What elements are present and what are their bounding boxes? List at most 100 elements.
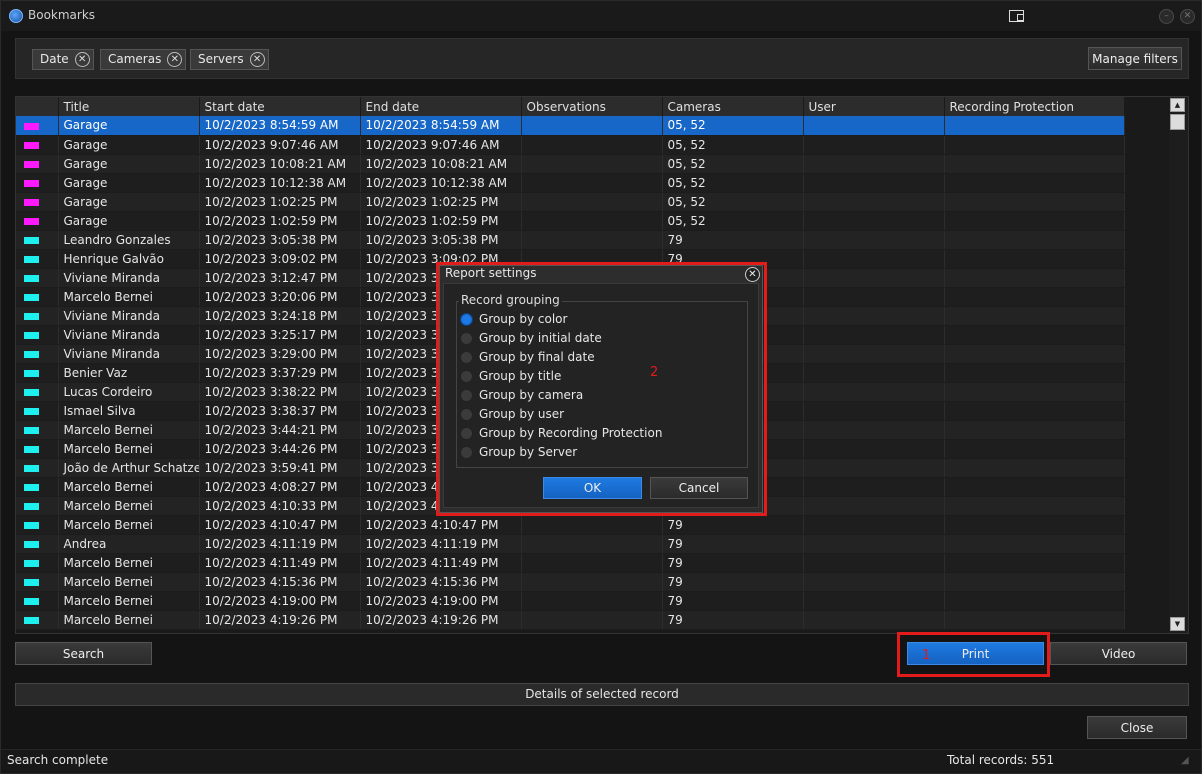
column-header-title[interactable]: Title — [58, 97, 200, 116]
color-tag-swatch — [24, 237, 39, 244]
search-button[interactable]: Search — [15, 642, 152, 665]
cell-title: Viviane Miranda — [58, 325, 200, 345]
cell-recording-protection — [944, 420, 1125, 440]
remove-filter-icon[interactable]: ✕ — [74, 52, 90, 67]
cell-end-date: 10/2/2023 10:12:38 AM — [360, 173, 522, 193]
radio-button[interactable] — [460, 427, 473, 440]
cell-color-tag — [16, 477, 59, 497]
column-header-color[interactable] — [16, 97, 59, 116]
close-button[interactable]: Close — [1087, 716, 1187, 739]
cell-user — [803, 249, 945, 269]
column-header-user[interactable]: User — [803, 97, 945, 116]
column-header-cameras[interactable]: Cameras — [662, 97, 804, 116]
cell-cameras: 05, 52 — [662, 173, 804, 193]
cell-color-tag — [16, 458, 59, 478]
color-tag-swatch — [24, 122, 39, 130]
cell-title: Viviane Miranda — [58, 344, 200, 364]
cell-observations — [521, 154, 663, 174]
color-tag-swatch — [24, 313, 39, 320]
resize-grip-icon[interactable]: ◢ — [1181, 755, 1189, 766]
cell-title: Garage — [58, 173, 200, 193]
cell-start-date: 10/2/2023 3:44:26 PM — [199, 439, 361, 459]
cell-observations — [521, 591, 663, 611]
table-row[interactable]: Marcelo Bernei 10/2/2023 4:10:47 PM 10/2/2… — [16, 515, 1125, 535]
video-button[interactable]: Video — [1050, 642, 1187, 665]
radio-button[interactable] — [460, 370, 473, 383]
cell-cameras: 05, 52 — [662, 192, 804, 212]
cancel-button[interactable]: Cancel — [650, 477, 748, 499]
column-header-start-date[interactable]: Start date — [199, 97, 361, 116]
scrollbar-thumb[interactable] — [1170, 114, 1185, 130]
radio-button[interactable] — [460, 389, 473, 402]
dialog-close-icon[interactable]: ✕ — [745, 267, 760, 282]
color-tag-swatch — [24, 294, 39, 301]
cell-end-date: 10/2/2023 4:11:19 PM — [360, 534, 522, 554]
table-row[interactable]: Garage 10/2/2023 9:07:46 AM 10/2/2023 9:07… — [16, 135, 1125, 155]
filter-chip-servers[interactable]: Servers ✕ — [190, 49, 269, 70]
cell-recording-protection — [944, 477, 1125, 497]
filter-chip-cameras[interactable]: Cameras ✕ — [100, 49, 187, 70]
radio-button[interactable] — [460, 408, 473, 421]
table-row[interactable]: Marcelo Bernei 10/2/2023 4:19:26 PM 10/2/2… — [16, 610, 1125, 630]
cell-end-date: 10/2/2023 1:02:59 PM — [360, 211, 522, 231]
filter-chip-date[interactable]: Date ✕ — [32, 49, 94, 70]
cell-title: Viviane Miranda — [58, 268, 200, 288]
radio-button[interactable] — [460, 351, 473, 364]
table-row[interactable]: Garage 10/2/2023 1:02:59 PM 10/2/2023 1:02… — [16, 211, 1125, 231]
cell-color-tag — [16, 192, 59, 212]
color-tag-swatch — [24, 370, 39, 377]
table-row[interactable]: Leandro Gonzales 10/2/2023 3:05:38 PM 10/2… — [16, 230, 1125, 250]
close-window-icon[interactable]: ✕ — [1180, 9, 1195, 24]
cell-observations — [521, 534, 663, 554]
cell-title: Benier Vaz — [58, 363, 200, 383]
vertical-scrollbar[interactable]: ▲ ▼ — [1169, 97, 1188, 633]
cell-start-date: 10/2/2023 4:10:47 PM — [199, 515, 361, 535]
filter-chip-label: Servers — [198, 52, 244, 66]
scroll-down-icon[interactable]: ▼ — [1170, 617, 1185, 631]
cell-color-tag — [16, 116, 59, 136]
grouping-option-label: Group by Server — [479, 445, 578, 459]
column-header-recording-protection[interactable]: Recording Protection — [944, 97, 1125, 116]
radio-button[interactable] — [460, 313, 473, 326]
color-tag-swatch — [24, 199, 39, 206]
table-row[interactable]: Marcelo Bernei 10/2/2023 4:19:00 PM 10/2/2… — [16, 591, 1125, 611]
minimize-icon[interactable]: – — [1159, 9, 1174, 24]
radio-button[interactable] — [460, 332, 473, 345]
radio-button[interactable] — [460, 446, 473, 459]
remove-filter-icon[interactable]: ✕ — [167, 52, 183, 67]
color-tag-swatch — [24, 484, 39, 491]
cell-end-date: 10/2/2023 4:10:47 PM — [360, 515, 522, 535]
cell-recording-protection — [944, 553, 1125, 573]
cell-user — [803, 382, 945, 402]
cell-start-date: 10/2/2023 4:11:49 PM — [199, 553, 361, 573]
cell-cameras: 05, 52 — [662, 116, 804, 136]
cell-recording-protection — [944, 534, 1125, 554]
grouping-option-label: Group by final date — [479, 350, 595, 364]
cell-start-date: 10/2/2023 3:12:47 PM — [199, 268, 361, 288]
table-row[interactable]: Marcelo Bernei 10/2/2023 4:15:36 PM 10/2/2… — [16, 572, 1125, 592]
cell-title: Lucas Cordeiro — [58, 382, 200, 402]
restore-window-icon[interactable] — [1009, 10, 1024, 22]
cell-end-date: 10/2/2023 9:07:46 AM — [360, 135, 522, 155]
cell-user — [803, 477, 945, 497]
cell-user — [803, 610, 945, 630]
table-row[interactable]: Garage 10/2/2023 1:02:25 PM 10/2/2023 1:02… — [16, 192, 1125, 212]
manage-filters-button[interactable]: Manage filters — [1088, 47, 1182, 70]
table-row[interactable]: Garage 10/2/2023 10:12:38 AM 10/2/2023 10:… — [16, 173, 1125, 193]
table-row[interactable]: Garage 10/2/2023 10:08:21 AM 10/2/2023 10:… — [16, 154, 1125, 174]
cell-title: Marcelo Bernei — [58, 496, 200, 516]
table-row[interactable]: Marcelo Bernei 10/2/2023 4:11:49 PM 10/2/2… — [16, 553, 1125, 573]
scroll-up-icon[interactable]: ▲ — [1170, 98, 1185, 112]
table-row[interactable]: Garage 10/2/2023 8:54:59 AM 10/2/2023 8:54… — [16, 116, 1125, 136]
column-header-observations[interactable]: Observations — [521, 97, 663, 116]
details-bar[interactable]: Details of selected record — [15, 683, 1189, 706]
color-tag-swatch — [24, 522, 39, 529]
cell-recording-protection — [944, 439, 1125, 459]
cell-start-date: 10/2/2023 4:11:19 PM — [199, 534, 361, 554]
table-row[interactable]: Andrea 10/2/2023 4:11:19 PM 10/2/2023 4:11… — [16, 534, 1125, 554]
ok-button[interactable]: OK — [543, 477, 642, 499]
cell-title: Marcelo Bernei — [58, 610, 200, 630]
column-header-end-date[interactable]: End date — [360, 97, 522, 116]
cell-end-date: 10/2/2023 4:19:00 PM — [360, 591, 522, 611]
remove-filter-icon[interactable]: ✕ — [249, 52, 265, 67]
